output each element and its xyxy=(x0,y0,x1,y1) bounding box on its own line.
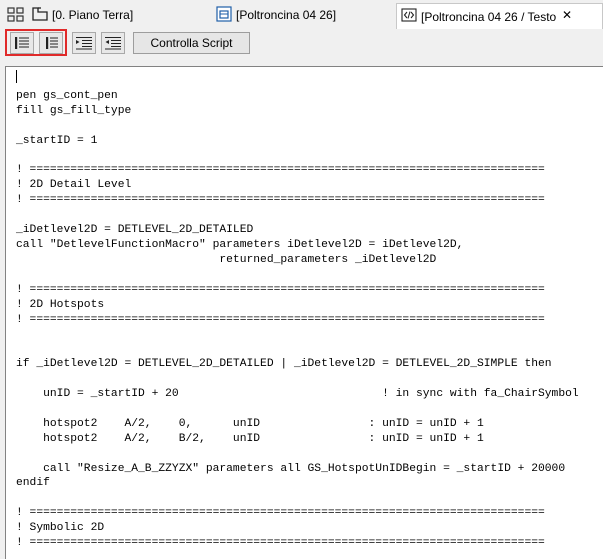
code-line[interactable] xyxy=(16,119,579,134)
check-script-button[interactable]: Controlla Script xyxy=(133,32,250,54)
code-line[interactable] xyxy=(16,402,579,417)
indent-right-icon[interactable] xyxy=(39,32,63,54)
tab-label: [Poltroncina 04 26] xyxy=(236,8,337,22)
code-line[interactable]: ! ======================================… xyxy=(16,313,579,328)
code-line[interactable] xyxy=(16,342,579,357)
code-line[interactable]: call "DetlevelFunctionMacro" parameters … xyxy=(16,238,579,253)
indent-left-icon[interactable] xyxy=(10,32,34,54)
code-editor[interactable]: pen gs_cont_pen fill gs_fill_type _startI… xyxy=(5,66,603,559)
indent-less-icon[interactable] xyxy=(101,32,125,54)
code-line[interactable]: ! 2D Hotspots xyxy=(16,298,579,313)
code-line[interactable]: _iDetlevel2D = DETLEVEL_2D_DETAILED xyxy=(16,223,579,238)
code-line[interactable]: hotspot2 A/2, 0, unID : unID = unID + 1 xyxy=(16,417,579,432)
code-line[interactable]: endif xyxy=(16,476,579,491)
code-line[interactable]: ! 2D Detail Level xyxy=(16,178,579,193)
code-line[interactable] xyxy=(16,268,579,283)
close-icon[interactable]: ✕ xyxy=(562,8,572,22)
code-line[interactable]: fill gs_fill_type xyxy=(16,104,579,119)
code-line[interactable]: hotspot2 A/2, B/2, unID : unID = unID + … xyxy=(16,432,579,447)
tab-label: [Poltroncina 04 26 / Testo xyxy=(421,9,557,24)
object-2d-icon xyxy=(216,5,232,25)
tab-label: [0. Piano Terra] xyxy=(52,8,134,22)
code-line[interactable]: call "Resize_A_B_ZZYZX" parameters all G… xyxy=(16,462,579,477)
code-line[interactable] xyxy=(16,372,579,387)
code-text[interactable]: pen gs_cont_pen fill gs_fill_type _startI… xyxy=(16,74,579,551)
code-line[interactable] xyxy=(16,327,579,342)
code-line[interactable] xyxy=(16,208,579,223)
tab-object-2d[interactable]: [Poltroncina 04 26] xyxy=(216,4,392,26)
tab-script-text[interactable]: [Poltroncina 04 26 / Testo ✕ xyxy=(396,3,603,29)
code-line[interactable]: pen gs_cont_pen xyxy=(16,89,579,104)
code-line[interactable]: if _iDetlevel2D = DETLEVEL_2D_DETAILED |… xyxy=(16,357,579,372)
code-line[interactable]: ! ======================================… xyxy=(16,193,579,208)
indent-more-icon[interactable] xyxy=(72,32,96,54)
floorplan-icon xyxy=(32,6,48,24)
code-line[interactable] xyxy=(16,447,579,462)
tab-overview-icon[interactable] xyxy=(6,6,26,24)
code-line[interactable]: ! ======================================… xyxy=(16,163,579,178)
code-line[interactable]: _startID = 1 xyxy=(16,134,579,149)
code-line[interactable]: ! ======================================… xyxy=(16,536,579,551)
code-line[interactable] xyxy=(16,149,579,164)
tab-floor-plan[interactable]: [0. Piano Terra] xyxy=(32,4,210,26)
code-line[interactable]: ! ======================================… xyxy=(16,283,579,298)
code-line[interactable] xyxy=(16,491,579,506)
script-code-icon xyxy=(401,8,417,25)
code-line[interactable]: ! Symbolic 2D xyxy=(16,521,579,536)
code-line[interactable] xyxy=(16,74,579,89)
code-line[interactable]: ! ======================================… xyxy=(16,506,579,521)
tab-bar: [0. Piano Terra] [Poltroncina 04 26] [Po… xyxy=(0,0,603,29)
code-line[interactable]: returned_parameters _iDetlevel2D xyxy=(16,253,579,268)
code-line[interactable]: unID = _startID + 20 ! in sync with fa_C… xyxy=(16,387,579,402)
